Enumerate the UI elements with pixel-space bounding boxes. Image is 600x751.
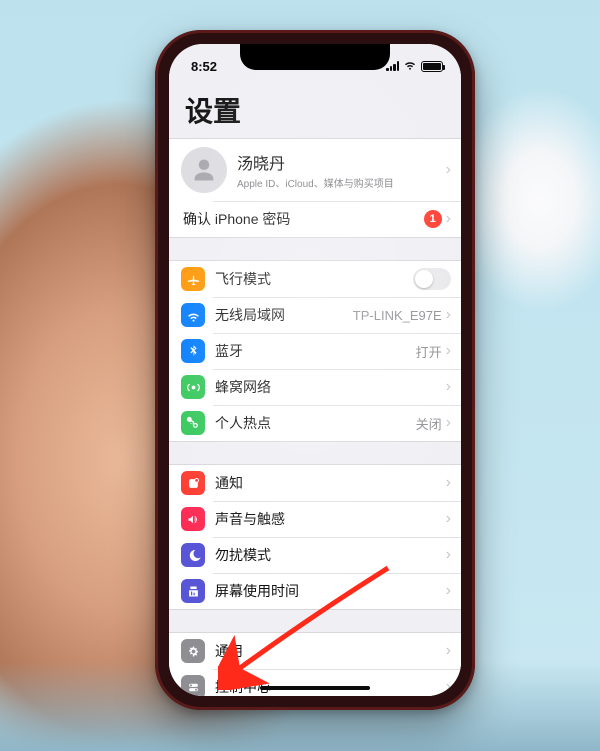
general-label: 通用 [215,641,446,661]
wifi-label: 无线局域网 [215,305,353,325]
row-bluetooth[interactable]: 蓝牙 打开 › [169,333,461,369]
cellular-icon [181,375,205,399]
screentime-icon [181,579,205,603]
phone-screen: 8:52 设置 汤晓丹 Apple ID、iCloud [169,44,461,696]
airplane-label: 飞行模式 [215,269,413,289]
sounds-icon [181,507,205,531]
bluetooth-value: 打开 [416,342,442,361]
phone-chassis: 8:52 设置 汤晓丹 Apple ID、iCloud [155,30,475,710]
profile-name: 汤晓丹 [237,150,446,174]
wifi-icon [181,303,205,327]
group-preferences: 通知 › 声音与触感 › 勿扰模式 › [169,464,461,610]
wifi-value: TP-LINK_E97E [353,308,442,323]
row-notifications[interactable]: 通知 › [169,465,461,501]
chevron-right-icon: › [446,211,451,227]
chevron-right-icon: › [446,583,451,599]
general-icon [181,639,205,663]
chevron-right-icon: › [446,343,451,359]
row-general[interactable]: 通用 › [169,633,461,669]
dnd-icon [181,543,205,567]
row-cellular[interactable]: 蜂窝网络 › [169,369,461,405]
avatar [181,147,227,193]
hotspot-value: 关闭 [416,414,442,433]
screentime-label: 屏幕使用时间 [215,581,446,601]
group-network: 飞行模式 无线局域网 TP-LINK_E97E › 蓝牙 打开 [169,260,461,442]
chevron-right-icon: › [446,643,451,659]
control-center-icon [181,675,205,696]
row-screen-time[interactable]: 屏幕使用时间 › [169,573,461,609]
status-time: 8:52 [191,59,245,74]
bluetooth-label: 蓝牙 [215,341,416,361]
chevron-right-icon: › [446,511,451,527]
row-confirm-passcode[interactable]: 确认 iPhone 密码 1 › [169,201,461,237]
dnd-label: 勿扰模式 [215,545,446,565]
row-do-not-disturb[interactable]: 勿扰模式 › [169,537,461,573]
chevron-right-icon: › [446,415,451,431]
battery-icon [421,61,443,72]
airplane-switch[interactable] [413,268,451,290]
chevron-right-icon: › [446,379,451,395]
hotspot-label: 个人热点 [215,413,416,433]
page-title: 设置 [169,88,461,138]
hotspot-icon [181,411,205,435]
airplane-icon [181,267,205,291]
notch [240,44,390,70]
confirm-passcode-label: 确认 iPhone 密码 [183,209,424,229]
row-airplane-mode[interactable]: 飞行模式 [169,261,461,297]
settings-content: 设置 汤晓丹 Apple ID、iCloud、媒体与购买项目 › 确认 iPho… [169,44,461,696]
alert-badge: 1 [424,210,442,228]
row-apple-id[interactable]: 汤晓丹 Apple ID、iCloud、媒体与购买项目 › [169,139,461,201]
row-sounds[interactable]: 声音与触感 › [169,501,461,537]
row-hotspot[interactable]: 个人热点 关闭 › [169,405,461,441]
chevron-right-icon: › [446,162,451,178]
bluetooth-icon [181,339,205,363]
profile-subtitle: Apple ID、iCloud、媒体与购买项目 [237,175,446,190]
notifications-label: 通知 [215,473,446,493]
group-profile: 汤晓丹 Apple ID、iCloud、媒体与购买项目 › 确认 iPhone … [169,138,461,238]
row-control-center[interactable]: 控制中心 › [169,669,461,696]
notifications-icon [181,471,205,495]
row-wifi[interactable]: 无线局域网 TP-LINK_E97E › [169,297,461,333]
chevron-right-icon: › [446,475,451,491]
chevron-right-icon: › [446,307,451,323]
home-indicator[interactable] [260,686,370,690]
wifi-status-icon [403,57,417,74]
chevron-right-icon: › [446,679,451,695]
cellular-signal-icon [386,61,399,71]
sounds-label: 声音与触感 [215,509,446,529]
cellular-label: 蜂窝网络 [215,377,446,397]
chevron-right-icon: › [446,547,451,563]
